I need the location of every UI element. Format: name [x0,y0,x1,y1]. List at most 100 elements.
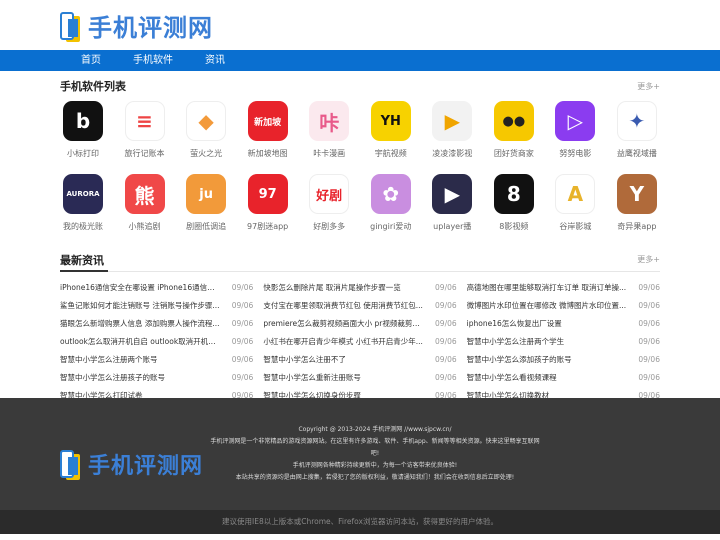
news-title[interactable]: 猫眼怎么新增购票人信息 添加购票人操作流程... [60,318,220,336]
app-item[interactable]: 好剧 好剧多多 [306,174,352,232]
main-nav: 首页 手机软件 资讯 [0,50,720,71]
news-item[interactable]: premiere怎么裁剪视频画面大小 pr视频裁剪画... 09/06 [263,318,456,336]
news-title[interactable]: 高德地图在哪里能够取消打车订单 取消订单操... [467,282,627,300]
app-item[interactable]: ≡ 旅行记账本 [122,101,168,159]
news-title[interactable]: 微博图片水印位置在哪修改 微博图片水印位置... [467,300,627,318]
news-title[interactable]: premiere怎么裁剪视频画面大小 pr视频裁剪画... [263,318,423,336]
news-date: 09/06 [435,337,457,346]
news-title[interactable]: iphone16怎么恢复出厂设置 [467,318,562,336]
app-item[interactable]: ✿ gingiri爱动 [368,174,414,232]
app-icon-glyph: A [567,182,584,206]
news-item[interactable]: 智慧中小学怎么注册两个账号 09/06 [60,354,253,372]
news-item[interactable]: 智慧中小学怎么添加孩子的账号 09/06 [467,354,660,372]
app-icon-glyph: ✿ [382,182,400,206]
footer-logo-text: 手机评测网 [88,454,204,479]
news-title[interactable]: outlook怎么取消开机自启 outlook取消开机自启... [60,336,220,354]
news-item[interactable]: outlook怎么取消开机自启 outlook取消开机自启... 09/06 [60,336,253,354]
news-title[interactable]: 智慧中小学怎么注册两个账号 [60,354,158,372]
news-item[interactable]: 小红书在哪开启青少年模式 小红书开启青少年... 09/06 [263,336,456,354]
nav-news[interactable]: 资讯 [184,50,246,71]
news-item[interactable]: iPhone16通信安全在哪设置 iPhone16通信安全... 09/06 [60,282,253,300]
app-icon: ju [186,174,227,214]
news-title[interactable]: iPhone16通信安全在哪设置 iPhone16通信安全... [60,282,220,300]
app-icon-glyph: b [75,109,91,133]
app-name: 咔卡漫画 [313,149,346,158]
footer-logo[interactable]: 手机评测网 [60,448,203,480]
news-date: 09/06 [231,337,254,346]
news-item[interactable]: 智慧中小学怎么重新注册账号 09/06 [263,372,456,390]
app-item[interactable]: ●● 团好货商家 [491,101,537,159]
news-title[interactable]: 智慧中小学怎么注册孩子的账号 [60,372,165,390]
app-item[interactable]: 8 8影视频 [491,174,537,232]
app-item[interactable]: AURORA 我的极光账 [60,174,106,232]
news-title[interactable]: 智慧中小学怎么注册不了 [263,354,346,372]
news-list: iPhone16通信安全在哪设置 iPhone16通信安全... 09/06 快影怎… [60,282,660,408]
title-underline [60,270,108,272]
app-name: 团好货商家 [493,149,534,158]
news-date: 09/06 [435,373,457,382]
app-row-1: b 小标打印 ≡ 旅行记账本 ◆ 萤火之光 新加坡 新加坡地图咔咔卡漫画 YH 宇航视频 ▶ 凌凌漆影… [60,101,660,159]
app-name: 萤火之光 [190,149,223,158]
app-icon: ✦ [616,101,657,141]
news-date: 09/06 [638,355,660,364]
news-date: 09/06 [231,355,254,364]
news-item[interactable]: 高德地图在哪里能够取消打车订单 取消订单操... 09/06 [467,282,660,300]
news-title[interactable]: 智慧中小学怎么看视频课程 [467,372,557,390]
news-item[interactable]: iphone16怎么恢复出厂设置 09/06 [467,318,660,336]
phone-logo-icon [60,10,82,42]
app-item[interactable]: ✦ 益鹰视域播 [614,101,660,159]
news-title[interactable]: 快影怎么删除片尾 取消片尾操作步骤一览 [263,282,400,300]
app-item[interactable]: ju 剧圈低调追 [183,174,229,232]
news-item[interactable]: 智慧中小学怎么注册两个学生 09/06 [467,336,660,354]
news-date: 09/06 [231,283,254,292]
news-item[interactable]: 智慧中小学怎么注册孩子的账号 09/06 [60,372,253,390]
app-item[interactable]: 新加坡 新加坡地图 [245,101,291,159]
news-item[interactable]: 快影怎么删除片尾 取消片尾操作步骤一览 09/06 [263,282,456,300]
app-item[interactable]: 97 97剧迷app [245,174,291,232]
app-icon: AURORA [63,174,103,214]
apps-more-link[interactable]: 更多+ [637,81,660,92]
app-name: 奇异果app [617,222,657,231]
news-item[interactable]: 猫眼怎么新增购票人信息 添加购票人操作流程... 09/06 [60,318,253,336]
app-icon: ▶ [432,174,473,214]
footer-disclaimer: 本站共享的资源均是由网上搜集，若侵犯了您的版权利益，敬请通知我们！我们会在收到信… [235,474,515,481]
app-icon-glyph: 97 [258,186,277,202]
news-title[interactable]: 智慧中小学怎么重新注册账号 [263,372,361,390]
app-icon: 咔 [309,101,350,141]
app-item[interactable]: Y 奇异果app [614,174,660,232]
app-item[interactable]: A 谷岸影城 [552,174,598,232]
footer-desc: 手机评测网是一个非常精品的游戏资源网站。在这里有许多游戏、软件、手机app、新闻… [210,438,540,457]
news-item[interactable]: 智慧中小学怎么注册不了 09/06 [263,354,456,372]
nav-mobile-software[interactable]: 手机软件 [122,50,184,71]
site-logo[interactable]: 手机评测网 [60,8,213,43]
news-title[interactable]: 支付宝在哪里领取消费节红包 使用消费节红包... [263,300,423,318]
news-item[interactable]: 鲨鱼记账如何才能注销账号 注销账号操作步骤... 09/06 [60,300,253,318]
news-more-link[interactable]: 更多+ [637,254,660,265]
app-item[interactable]: ▷ 努努电影 [552,101,598,159]
news-title[interactable]: 鲨鱼记账如何才能注销账号 注销账号操作步骤... [60,300,220,318]
news-item[interactable]: 支付宝在哪里领取消费节红包 使用消费节红包... 09/06 [263,300,456,318]
news-title[interactable]: 小红书在哪开启青少年模式 小红书开启青少年... [263,336,423,354]
app-icon: Y [616,174,657,214]
nav-home[interactable]: 首页 [60,50,122,71]
app-icon: ✿ [370,174,411,214]
news-title[interactable]: 智慧中小学怎么注册两个学生 [467,336,565,354]
news-item[interactable]: 智慧中小学怎么看视频课程 09/06 [467,372,660,390]
news-item[interactable]: 微博图片水印位置在哪修改 微博图片水印位置... 09/06 [467,300,660,318]
app-icon: ▷ [555,101,596,141]
app-name: 努努电影 [559,149,592,158]
news-date: 09/06 [435,283,457,292]
app-icon-glyph: 好剧 [316,188,343,204]
app-item[interactable]: ◆ 萤火之光 [183,101,229,159]
app-item[interactable]: YH 宇航视频 [368,101,414,159]
news-title[interactable]: 智慧中小学怎么添加孩子的账号 [467,354,572,372]
app-item[interactable]: 熊小熊追剧 [122,174,168,232]
app-name: 好剧多多 [313,222,346,231]
app-item[interactable]: 咔咔卡漫画 [306,101,352,159]
app-item[interactable]: ▶ 凌凌漆影视 [429,101,475,159]
app-item[interactable]: ▶ uplayer播 [429,174,475,232]
app-item[interactable]: b 小标打印 [60,101,106,159]
app-icon-glyph: ✦ [628,109,646,133]
phone-logo-icon [60,448,82,480]
app-icon-glyph: ≡ [136,109,153,133]
